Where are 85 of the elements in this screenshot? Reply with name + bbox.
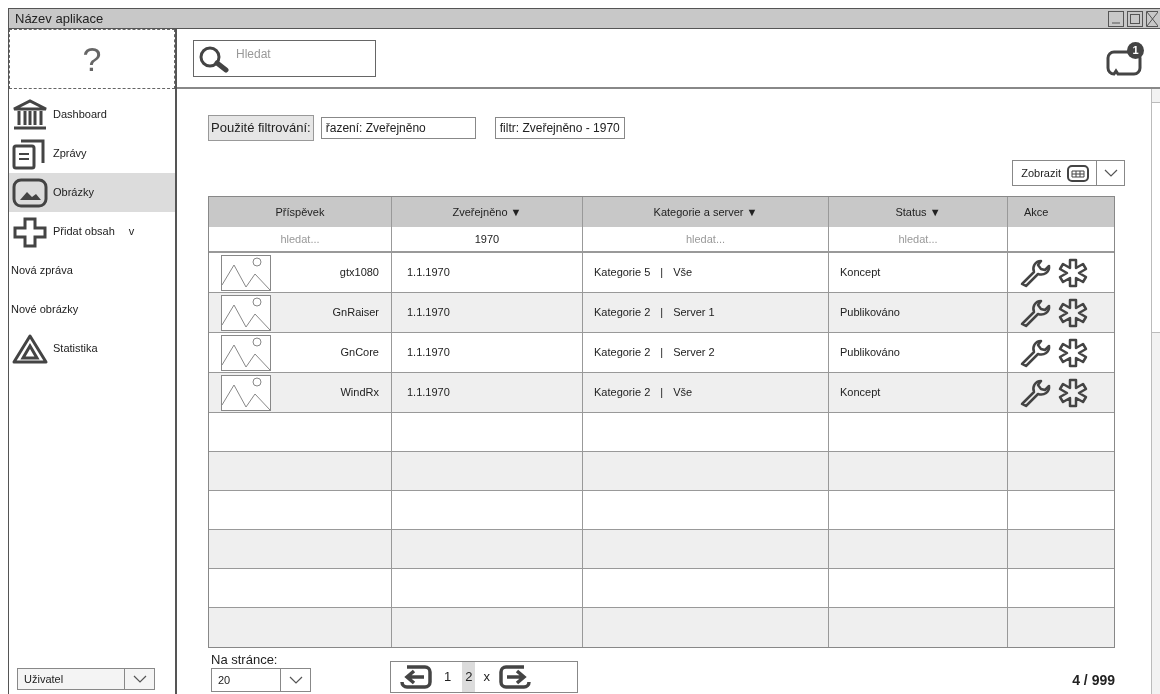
- user-select[interactable]: Uživatel: [17, 668, 155, 690]
- sidebar-label: Obrázky: [53, 185, 94, 201]
- sidebar-item[interactable]: Zprávy: [9, 134, 175, 173]
- asterisk-icon[interactable]: [1056, 297, 1090, 328]
- column-header[interactable]: Kategorie a server ▼: [583, 197, 829, 227]
- asterisk-icon[interactable]: [1056, 377, 1090, 408]
- sidebar-label: Přidat obsah: [53, 224, 115, 240]
- chevron-down-icon: [1103, 169, 1118, 177]
- table-cell: 1.1.1970: [392, 253, 583, 292]
- category-text: Kategorie 2: [594, 345, 651, 361]
- triangle-icon: [11, 332, 49, 365]
- notification-badge: 1: [1127, 42, 1144, 59]
- arrow-right-icon[interactable]: [497, 663, 534, 691]
- sidebar-item[interactable]: Obrázky: [9, 173, 175, 212]
- sidebar-item[interactable]: Dashboard: [9, 95, 175, 134]
- image-placeholder-icon: [221, 294, 271, 331]
- page-link[interactable]: 2: [462, 662, 476, 692]
- chevron-down-icon: [132, 675, 147, 683]
- table-cell: Koncept: [829, 253, 1008, 292]
- column-header[interactable]: Zveřejněno ▼: [392, 197, 583, 227]
- separator-text: |: [660, 305, 664, 321]
- wrench-icon[interactable]: [1018, 297, 1052, 328]
- sidebar-label: Zprávy: [53, 146, 87, 162]
- table-cell: 1.1.1970: [392, 293, 583, 332]
- server-text: Vše: [673, 265, 693, 281]
- table-cell: Publikováno: [829, 293, 1008, 332]
- post-name: WindRx: [339, 385, 379, 401]
- table-cell: Publikováno: [829, 333, 1008, 372]
- column-header[interactable]: Akce: [1008, 197, 1116, 227]
- sidebar-item[interactable]: Nové obrázky: [9, 290, 175, 329]
- column-header[interactable]: Příspěvek: [209, 197, 392, 227]
- table-cell: 1.1.1970: [392, 333, 583, 372]
- help-button[interactable]: ?: [9, 29, 175, 89]
- server-text: Vše: [673, 385, 693, 401]
- search-icon: [198, 44, 232, 73]
- image-placeholder-icon: [221, 374, 271, 411]
- post-name: GnCore: [339, 345, 379, 361]
- category-text: Kategorie 5: [594, 265, 651, 281]
- plus-icon: [11, 215, 49, 248]
- sidebar-label: Nová zpráva: [11, 263, 73, 279]
- page-link[interactable]: 1: [441, 662, 455, 692]
- item-count: 4 / 999: [1072, 671, 1116, 690]
- post-name: GnRaiser: [331, 305, 379, 321]
- server-text: Server 1: [673, 305, 715, 321]
- wrench-icon[interactable]: [1018, 257, 1052, 288]
- column-filter-field[interactable]: 1970: [392, 227, 583, 251]
- window-title: Název aplikace: [15, 9, 105, 28]
- post-name: gtx1080: [338, 265, 379, 281]
- asterisk-icon[interactable]: [1056, 337, 1090, 368]
- chevron-down-icon: [288, 676, 303, 684]
- wrench-icon[interactable]: [1018, 377, 1052, 408]
- wrench-icon[interactable]: [1018, 337, 1052, 368]
- image-icon: [11, 176, 49, 209]
- separator-text: |: [660, 385, 664, 401]
- table-cell: Koncept: [829, 373, 1008, 412]
- minimize-icon[interactable]: [1108, 10, 1124, 27]
- chat-icon: [1106, 48, 1142, 78]
- table-cell: 1.1.1970: [392, 373, 583, 412]
- category-text: Kategorie 2: [594, 305, 651, 321]
- sidebar-label: Nové obrázky: [11, 302, 79, 318]
- sidebar-label: Statistika: [53, 341, 98, 357]
- separator-text: |: [660, 345, 664, 361]
- expand-marker: v: [128, 224, 135, 240]
- per-page-label: Na stránce:: [210, 652, 279, 668]
- close-icon[interactable]: [1146, 10, 1158, 27]
- table-icon: [1066, 163, 1090, 183]
- column-header[interactable]: Status ▼: [829, 197, 1008, 227]
- filter-chip[interactable]: filtr: Zveřejněno - 1970: [494, 117, 625, 139]
- view-button[interactable]: Zobrazit: [1012, 160, 1125, 186]
- category-text: Kategorie 2: [594, 385, 651, 401]
- asterisk-icon[interactable]: [1056, 257, 1090, 288]
- sidebar-label: Dashboard: [53, 107, 107, 123]
- close-pagination-text[interactable]: x: [483, 667, 490, 687]
- sidebar-item[interactable]: Statistika: [9, 329, 175, 368]
- bank-icon: [11, 98, 49, 131]
- filter-chip[interactable]: řazení: Zveřejněno: [320, 117, 476, 139]
- filters-label: Použité filtrování:: [208, 115, 314, 141]
- sidebar-item[interactable]: Nová zpráva: [9, 251, 175, 290]
- sidebar-item[interactable]: Přidat obsah v: [9, 212, 175, 251]
- arrow-left-icon[interactable]: [397, 663, 433, 691]
- server-text: Server 2: [673, 345, 715, 361]
- separator-text: |: [660, 265, 664, 281]
- scrollbar[interactable]: [1151, 89, 1160, 694]
- maximize-icon[interactable]: [1127, 10, 1143, 27]
- per-page-select[interactable]: 20: [211, 668, 311, 692]
